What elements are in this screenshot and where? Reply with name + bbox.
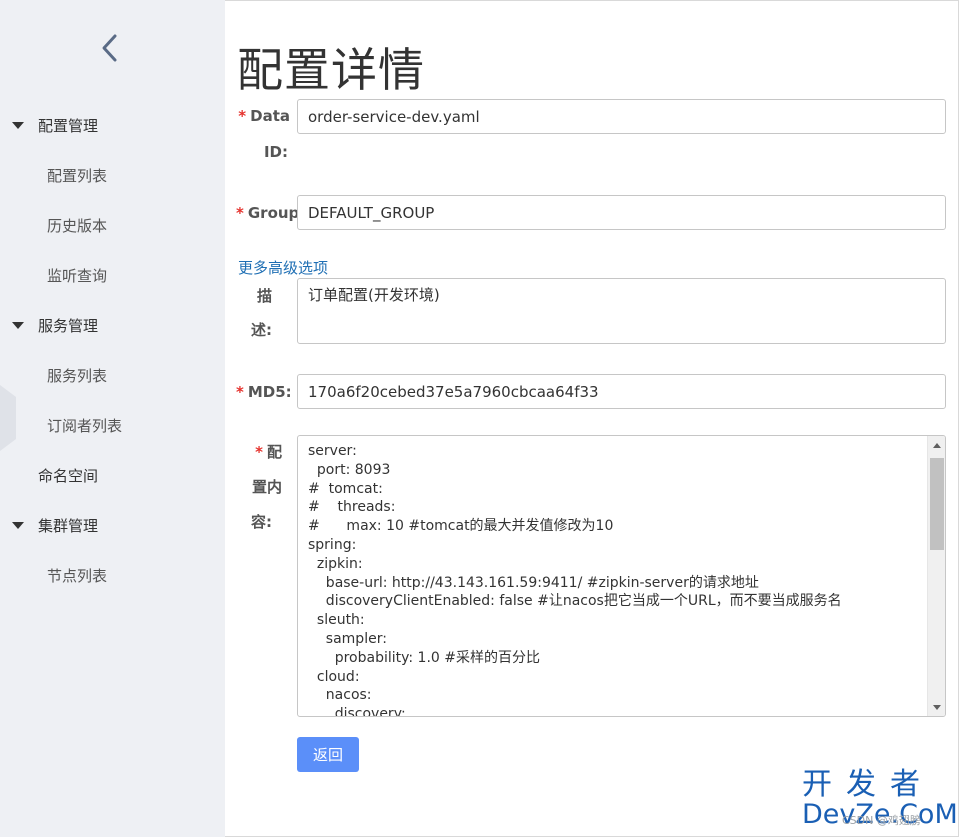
content-code-lines: server: port: 8093 # tomcat: # threads: … <box>298 442 924 717</box>
content-label-line1: * 配 <box>236 434 282 470</box>
data-id-field[interactable] <box>297 99 946 134</box>
nav-group-label: 集群管理 <box>38 516 99 535</box>
sidebar-item-config-list[interactable]: 配置列表 <box>47 161 107 189</box>
code-line: discovery: <box>308 706 406 717</box>
required-mark: * <box>255 443 263 461</box>
advanced-options-link[interactable]: 更多高级选项 <box>238 257 328 278</box>
group-label: * Group <box>236 195 300 231</box>
sidebar-item-node-list[interactable]: 节点列表 <box>47 561 107 589</box>
sidebar-item-subscriber-list[interactable]: 订阅者列表 <box>47 411 122 439</box>
code-line: port: 8093 <box>308 461 391 478</box>
description-label-line1: 描 <box>256 287 272 305</box>
scroll-down-button[interactable] <box>928 698 945 716</box>
page-title: 配置详情 <box>237 43 425 97</box>
code-line: spring: <box>308 536 357 553</box>
code-line: # tomcat: <box>308 480 383 497</box>
nav-group-label: 服务管理 <box>38 316 99 335</box>
code-line: probability: 1.0 #采样的百分比 <box>308 649 540 666</box>
sidebar: 配置管理 配置列表 历史版本 监听查询 服务管理 服务列表 订阅者列表 命名空间… <box>0 0 225 837</box>
required-mark: * <box>236 383 244 401</box>
code-line: sampler: <box>308 630 387 647</box>
code-line: # max: 10 #tomcat的最大并发值修改为10 <box>308 518 614 535</box>
watermark: 开发者 DevZe.CoM CSDN @鸡翅膀 <box>802 767 958 832</box>
arrow-down-icon <box>933 704 941 710</box>
caret-down-icon <box>12 321 24 329</box>
code-line: base-url: http://43.143.161.59:9411/ #zi… <box>308 574 759 591</box>
sidebar-item-history-version[interactable]: 历史版本 <box>47 211 107 239</box>
sidebar-item-service-list[interactable]: 服务列表 <box>47 361 107 389</box>
watermark-credit: CSDN @鸡翅膀 <box>842 814 921 827</box>
code-line: nacos: <box>308 687 372 704</box>
data-id-label-line2: ID: <box>263 143 288 161</box>
description-label-line2: 述: <box>251 321 272 339</box>
collapse-sidebar-button[interactable] <box>96 32 124 64</box>
chevron-left-icon <box>102 34 117 62</box>
md5-label: * MD5: <box>236 374 294 410</box>
code-line: sleuth: <box>308 612 365 629</box>
back-button[interactable]: 返回 <box>297 737 359 772</box>
scrollbar-thumb[interactable] <box>930 458 944 550</box>
arrow-up-icon <box>933 442 941 448</box>
code-line: cloud: <box>308 668 360 685</box>
description-field[interactable]: 订单配置(开发环境) <box>297 278 946 344</box>
code-line: server: <box>308 443 357 459</box>
caret-down-icon <box>12 521 24 529</box>
md5-field[interactable] <box>297 374 946 409</box>
content-label-line3: 容: <box>251 513 272 531</box>
code-line: zipkin: <box>308 555 363 572</box>
nav-group-cluster-management[interactable]: 集群管理 <box>0 511 225 539</box>
content-label-text: 配 <box>266 443 282 461</box>
code-line: # threads: <box>308 499 396 516</box>
code-line: discoveryClientEnabled: false #让nacos把它当… <box>308 593 842 610</box>
group-field[interactable] <box>297 195 946 230</box>
content-editor[interactable]: server: port: 8093 # tomcat: # threads: … <box>297 435 946 717</box>
vertical-scrollbar[interactable] <box>927 436 945 716</box>
sidebar-notch-decoration <box>0 385 16 451</box>
sidebar-item-namespace[interactable]: 命名空间 <box>38 461 98 489</box>
group-label-text: Group <box>247 204 300 222</box>
watermark-top-text: 开发者 <box>802 767 934 802</box>
nav-group-service-management[interactable]: 服务管理 <box>0 311 225 339</box>
nav-group-label: 配置管理 <box>38 116 99 135</box>
required-mark: * <box>238 107 247 125</box>
data-id-label-line1: Data <box>250 107 290 125</box>
caret-down-icon <box>12 121 24 129</box>
scroll-up-button[interactable] <box>928 436 945 454</box>
data-id-label: * Data <box>236 98 290 134</box>
sidebar-item-listener-query[interactable]: 监听查询 <box>47 261 107 289</box>
nav-group-config-management[interactable]: 配置管理 <box>0 111 225 139</box>
content-label-line2: 置内 <box>251 478 282 496</box>
required-mark: * <box>236 204 244 222</box>
md5-label-text: MD5: <box>247 383 292 401</box>
